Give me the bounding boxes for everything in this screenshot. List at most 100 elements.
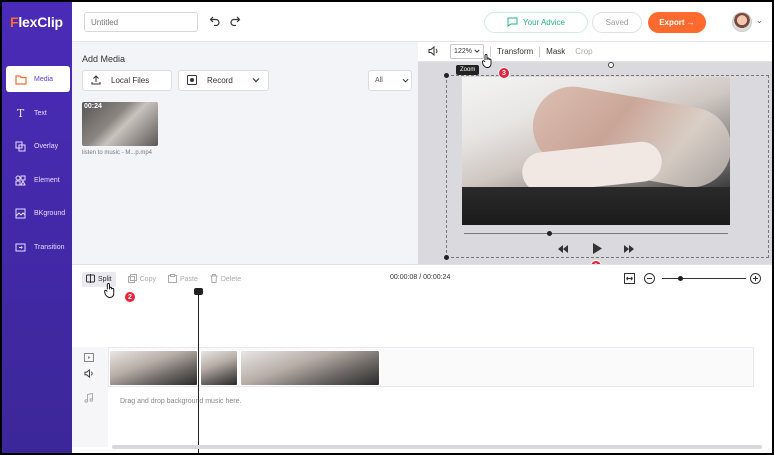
filter-label: All bbox=[375, 77, 383, 84]
mask-button[interactable]: Mask bbox=[546, 47, 565, 56]
media-panel: Add Media Local Files Record All 00:24 l bbox=[72, 42, 418, 264]
avatar[interactable] bbox=[732, 12, 752, 32]
export-button[interactable]: Export → bbox=[648, 12, 706, 33]
video-track-icon bbox=[84, 353, 94, 364]
timeline-time-display: 00:00:08 / 00:00:24 bbox=[390, 274, 451, 281]
playback-progress-handle[interactable] bbox=[547, 231, 552, 236]
playback-progress-bar[interactable] bbox=[464, 233, 728, 234]
record-icon bbox=[187, 74, 197, 87]
saved-button[interactable]: Saved bbox=[592, 12, 642, 33]
element-icon bbox=[14, 174, 27, 187]
copy-button[interactable]: Copy bbox=[127, 273, 156, 285]
copy-label: Copy bbox=[139, 275, 156, 283]
preview-panel: 122% Transform Mask Crop Zoom 3 bbox=[418, 42, 772, 272]
sidebar-item-overlay[interactable]: Overlay bbox=[2, 133, 72, 159]
chat-icon bbox=[507, 17, 518, 29]
sidebar: FlexClip Media T Text Overlay Element BK… bbox=[2, 2, 72, 453]
upload-icon bbox=[91, 74, 101, 87]
track-header-column bbox=[72, 347, 108, 447]
zoom-tooltip: Zoom bbox=[456, 65, 480, 75]
delete-label: Delete bbox=[220, 275, 242, 283]
rewind-icon[interactable] bbox=[558, 245, 568, 255]
rotate-handle[interactable] bbox=[608, 62, 614, 68]
sidebar-item-bkground[interactable]: BKground bbox=[2, 200, 72, 226]
logo-text: lexClip bbox=[18, 14, 63, 30]
playhead-handle[interactable] bbox=[194, 288, 203, 295]
top-bar: Your Advice Saved Export → ⌄ bbox=[72, 2, 772, 42]
step-badge-3: 3 bbox=[498, 67, 510, 79]
split-icon bbox=[86, 273, 95, 285]
music-drop-hint: Drag and drop background music here. bbox=[120, 398, 242, 405]
chevron-down-icon[interactable]: ⌄ bbox=[756, 16, 763, 25]
flexclip-logo[interactable]: FlexClip bbox=[10, 14, 63, 30]
paste-icon bbox=[167, 273, 177, 285]
record-label: Record bbox=[207, 76, 233, 85]
playhead-line[interactable] bbox=[198, 291, 199, 453]
preview-toolbar: 122% Transform Mask Crop bbox=[418, 42, 772, 62]
folder-icon bbox=[14, 73, 27, 86]
your-advice-button[interactable]: Your Advice bbox=[484, 12, 588, 33]
sidebar-item-label: BKground bbox=[34, 209, 66, 217]
delete-button[interactable]: Delete bbox=[210, 273, 242, 285]
music-icon bbox=[84, 392, 94, 405]
sidebar-item-media[interactable]: Media bbox=[6, 66, 70, 92]
zoom-in-icon[interactable] bbox=[750, 273, 761, 286]
sidebar-item-text[interactable]: T Text bbox=[2, 100, 72, 126]
timeline-zoom-slider[interactable] bbox=[662, 278, 746, 279]
fit-width-icon[interactable] bbox=[624, 273, 635, 286]
resize-handle[interactable] bbox=[444, 255, 449, 260]
split-label: Split bbox=[98, 275, 112, 283]
fast-forward-icon[interactable] bbox=[624, 245, 634, 255]
video-preview[interactable] bbox=[462, 77, 730, 225]
timeline-panel: Split Copy Paste Delete 2 00:00:08 / 00:… bbox=[72, 264, 772, 453]
transition-icon bbox=[14, 241, 27, 254]
sidebar-item-label: Media bbox=[34, 75, 54, 83]
overlay-icon bbox=[14, 140, 27, 153]
export-label: Export → bbox=[659, 18, 695, 27]
volume-icon[interactable] bbox=[428, 45, 440, 58]
undo-icon[interactable] bbox=[208, 14, 222, 28]
chevron-down-icon bbox=[474, 48, 480, 56]
crop-button[interactable]: Crop bbox=[575, 47, 592, 56]
advice-label: Your Advice bbox=[523, 18, 565, 27]
video-clip[interactable] bbox=[200, 350, 238, 386]
background-icon bbox=[14, 207, 27, 220]
zoom-value: 122% bbox=[454, 48, 472, 55]
zoom-select[interactable]: 122% bbox=[450, 44, 484, 59]
cursor-hand-icon bbox=[482, 54, 493, 70]
video-track[interactable] bbox=[108, 347, 754, 387]
record-button[interactable]: Record bbox=[178, 70, 269, 91]
timeline-zoom-handle[interactable] bbox=[678, 276, 683, 281]
media-clip-thumbnail[interactable]: 00:24 bbox=[82, 102, 158, 146]
timeline-scrollbar[interactable] bbox=[112, 445, 762, 449]
project-title-input[interactable] bbox=[84, 12, 198, 32]
sidebar-item-label: Overlay bbox=[34, 142, 59, 150]
play-icon[interactable] bbox=[592, 243, 602, 256]
paste-button[interactable]: Paste bbox=[167, 273, 198, 285]
transform-button[interactable]: Transform bbox=[497, 47, 533, 56]
step-badge-2: 2 bbox=[124, 291, 136, 303]
trash-icon bbox=[210, 273, 218, 285]
sidebar-item-label: Transition bbox=[34, 243, 65, 251]
paste-label: Paste bbox=[179, 275, 198, 283]
video-clip[interactable] bbox=[109, 350, 198, 386]
zoom-out-icon[interactable] bbox=[644, 273, 655, 286]
resize-handle[interactable] bbox=[444, 73, 449, 78]
video-clip[interactable] bbox=[240, 350, 380, 386]
local-files-label: Local Files bbox=[111, 76, 150, 85]
clip-duration: 00:24 bbox=[84, 103, 102, 110]
chevron-down-icon bbox=[252, 76, 260, 86]
toolbar-divider bbox=[539, 46, 541, 57]
saved-label: Saved bbox=[605, 18, 629, 27]
redo-icon[interactable] bbox=[228, 14, 242, 28]
add-media-title: Add Media bbox=[82, 54, 126, 64]
app-window: FlexClip Media T Text Overlay Element BK… bbox=[2, 2, 772, 453]
cursor-hand-icon bbox=[104, 283, 116, 300]
copy-icon bbox=[127, 273, 137, 285]
volume-icon[interactable] bbox=[84, 368, 94, 380]
sidebar-item-transition[interactable]: Transition bbox=[2, 234, 72, 260]
local-files-button[interactable]: Local Files bbox=[82, 70, 172, 91]
video-background bbox=[462, 187, 730, 225]
media-filter-select[interactable]: All bbox=[368, 70, 412, 91]
sidebar-item-element[interactable]: Element bbox=[2, 167, 72, 193]
